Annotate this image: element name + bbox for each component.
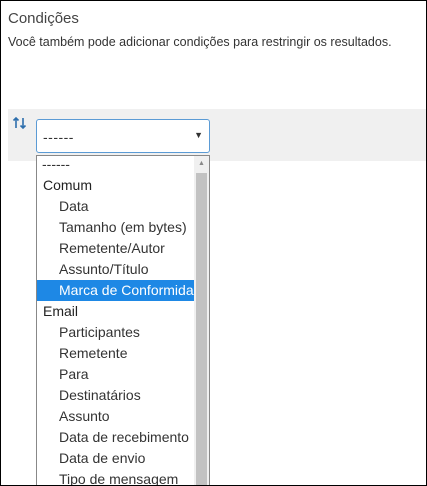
- option-empty[interactable]: ------: [37, 156, 195, 175]
- option-destinatarios[interactable]: Destinatários: [37, 385, 195, 406]
- option-para[interactable]: Para: [37, 364, 195, 385]
- select-value: ------: [43, 129, 74, 145]
- option-remetente[interactable]: Remetente: [37, 343, 195, 364]
- option-assunto[interactable]: Assunto: [37, 406, 195, 427]
- section-title: Condições: [8, 10, 79, 27]
- scrollbar-thumb[interactable]: [196, 173, 207, 485]
- option-list: ------ Comum Data Tamanho (em bytes) Remeten…: [37, 156, 195, 485]
- option-remetente-autor[interactable]: Remetente/Autor: [37, 238, 195, 259]
- option-data-de-envio[interactable]: Data de envio: [37, 448, 195, 469]
- chevron-down-icon: ▼: [194, 130, 203, 140]
- sort-arrows-icon[interactable]: [12, 115, 28, 131]
- condition-select[interactable]: ------ ▼: [36, 119, 210, 153]
- option-participantes[interactable]: Participantes: [37, 322, 195, 343]
- option-data-de-recebimento[interactable]: Data de recebimento: [37, 427, 195, 448]
- option-group-comum: Comum: [43, 177, 93, 193]
- option-marca-de-conformidade[interactable]: Marca de Conformidade: [37, 280, 195, 301]
- scroll-up-arrow-icon[interactable]: ▲: [194, 156, 209, 171]
- option-group-email: Email: [43, 303, 79, 319]
- conditions-panel: Condições Você também pode adicionar con…: [0, 0, 427, 486]
- condition-dropdown-list[interactable]: ------ Comum Data Tamanho (em bytes) Remeten…: [36, 155, 210, 485]
- option-data[interactable]: Data: [37, 196, 195, 217]
- option-tamanho-em-bytes[interactable]: Tamanho (em bytes): [37, 217, 195, 238]
- option-assunto-titulo[interactable]: Assunto/Título: [37, 259, 195, 280]
- dropdown-scrollbar[interactable]: ▲: [194, 156, 209, 485]
- section-description: Você também pode adicionar condições par…: [8, 35, 392, 49]
- option-tipo-de-mensagem[interactable]: Tipo de mensagem: [37, 469, 195, 485]
